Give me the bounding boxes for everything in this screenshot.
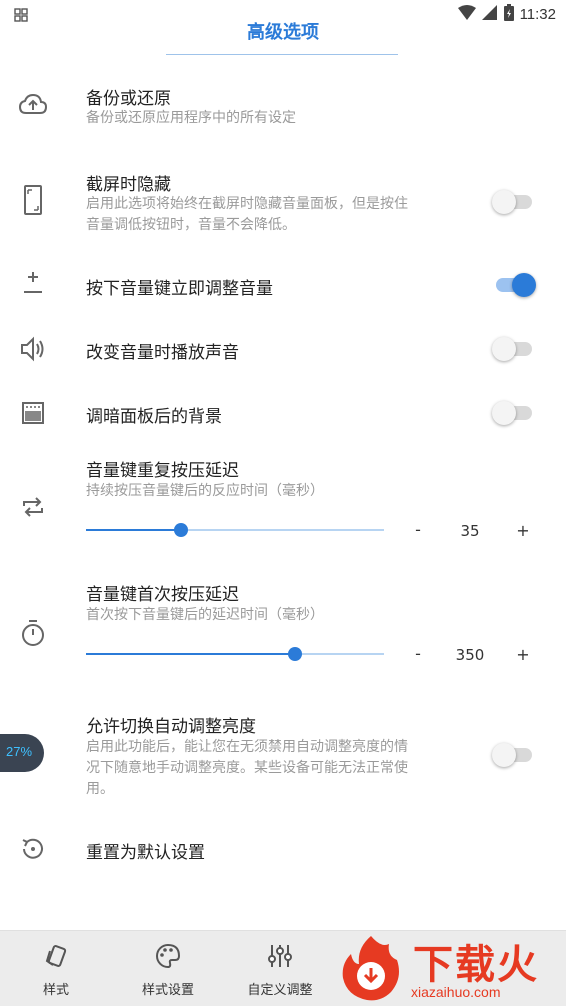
repeat-delay-decrease-button[interactable]: - xyxy=(408,520,428,539)
header: 高级选项 xyxy=(0,0,566,56)
nav-label: 样式 xyxy=(42,983,69,998)
repeat-delay-increase-button[interactable]: + xyxy=(513,521,533,540)
setting-desc-line2: 音量调低按钮时，音量不会降低。 xyxy=(86,217,296,233)
setting-reset[interactable]: 重置为默认设置 xyxy=(0,826,566,872)
toggle-knob xyxy=(492,401,516,425)
setting-desc-line3: 用。 xyxy=(86,781,114,797)
setting-instant-adjust[interactable]: 按下音量键立即调整音量 xyxy=(0,262,566,308)
speaker-icon xyxy=(18,334,48,364)
slider-fill xyxy=(86,529,182,531)
setting-backup[interactable]: 备份或还原 备份或还原应用程序中的所有设定 xyxy=(0,72,566,142)
setting-dim-background[interactable]: 调暗面板后的背景 xyxy=(0,390,566,436)
setting-title: 允许切换自动调整亮度 xyxy=(86,717,256,737)
slider-knob[interactable] xyxy=(174,523,189,537)
hide-screenshot-toggle[interactable] xyxy=(492,190,532,214)
overlay-percent: 27% xyxy=(6,744,33,759)
setting-play-sound[interactable]: 改变音量时播放声音 xyxy=(0,326,566,372)
nav-item-style[interactable]: 样式 xyxy=(0,931,112,1006)
first-delay-value: 350 xyxy=(455,646,485,664)
setting-auto-brightness[interactable]: 允许切换自动调整亮度 启用此功能后，能让您在无须禁用自动调整亮度的情 况下随意地… xyxy=(0,710,566,810)
title-underline xyxy=(166,54,398,55)
instant-adjust-toggle[interactable] xyxy=(496,273,536,297)
setting-title: 改变音量时播放声音 xyxy=(86,343,239,363)
nav-item-style-settings[interactable]: 样式设置 xyxy=(112,931,224,1006)
toggle-knob xyxy=(492,337,516,361)
watermark-logo: 下载火 xiazaihuo.com xyxy=(333,930,566,1006)
dim-background-toggle[interactable] xyxy=(492,401,532,425)
watermark-text: 下载火 xyxy=(413,942,539,988)
slider-fill xyxy=(86,653,295,655)
first-delay-increase-button[interactable]: + xyxy=(513,645,533,664)
first-delay-slider[interactable] xyxy=(86,647,384,661)
first-delay-decrease-button[interactable]: - xyxy=(408,644,428,663)
flame-download-icon xyxy=(342,936,399,1001)
plus-minus-icon xyxy=(18,270,48,300)
setting-desc-line2: 况下随意地手动调整亮度。某些设备可能无法正常使 xyxy=(86,760,408,776)
play-sound-toggle[interactable] xyxy=(492,337,532,361)
auto-brightness-toggle[interactable] xyxy=(492,743,532,767)
setting-title: 按下音量键立即调整音量 xyxy=(86,279,273,299)
setting-title: 音量键首次按压延迟 xyxy=(86,585,239,605)
dim-pattern-icon xyxy=(18,398,48,428)
style-cards-icon xyxy=(41,941,71,971)
setting-title: 截屏时隐藏 xyxy=(86,175,171,195)
setting-title: 音量键重复按压延迟 xyxy=(86,461,239,481)
palette-icon xyxy=(153,941,183,971)
repeat-icon xyxy=(18,492,48,522)
setting-hide-screenshot[interactable]: 截屏时隐藏 启用此选项将始终在截屏时隐藏音量面板，但是按住 音量调低按钮时，音量… xyxy=(0,160,566,250)
repeat-delay-value: 35 xyxy=(460,522,480,540)
floating-percent-bubble[interactable]: 27% xyxy=(0,734,44,772)
toggle-knob xyxy=(492,190,516,214)
toggle-knob xyxy=(512,273,536,297)
setting-desc-line1: 启用此选项将始终在截屏时隐藏音量面板，但是按住 xyxy=(86,196,408,212)
setting-title: 调暗面板后的背景 xyxy=(86,407,222,427)
equalizer-icon xyxy=(265,941,295,971)
setting-repeat-delay: 音量键重复按压延迟 持续按压音量键后的反应时间（毫秒） - 35 + xyxy=(0,454,566,564)
cloud-upload-icon xyxy=(18,90,48,120)
setting-desc: 持续按压音量键后的反应时间（毫秒） xyxy=(86,483,324,499)
watermark-url: xiazaihuo.com xyxy=(411,984,501,1000)
toggle-knob xyxy=(492,743,516,767)
phone-icon xyxy=(18,184,48,215)
timer-icon xyxy=(18,618,48,648)
nav-item-custom-adjust[interactable]: 自定义调整 xyxy=(224,931,336,1006)
setting-desc: 首次按下音量键后的延迟时间（毫秒） xyxy=(86,607,324,623)
page-title: 高级选项 xyxy=(247,22,319,43)
setting-title: 备份或还原 xyxy=(86,89,171,109)
setting-desc: 备份或还原应用程序中的所有设定 xyxy=(86,110,296,126)
setting-title: 重置为默认设置 xyxy=(86,843,205,863)
setting-desc-line1: 启用此功能后，能让您在无须禁用自动调整亮度的情 xyxy=(86,739,408,755)
nav-label: 样式设置 xyxy=(141,983,194,998)
repeat-delay-slider[interactable] xyxy=(86,523,384,537)
reset-history-icon xyxy=(18,834,48,864)
setting-first-delay: 音量键首次按压延迟 首次按下音量键后的延迟时间（毫秒） - 350 + xyxy=(0,578,566,688)
nav-label: 自定义调整 xyxy=(247,983,313,998)
slider-knob[interactable] xyxy=(287,647,302,661)
